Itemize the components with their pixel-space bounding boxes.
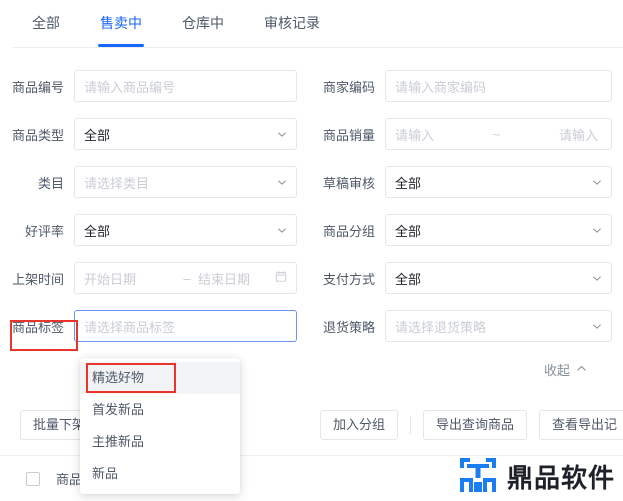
filter-product-sales: 商品销量 请输入 ~ 请输入	[311, 118, 622, 150]
dropdown-option-new-product[interactable]: 新品	[80, 458, 240, 490]
date-range-separator: –	[183, 270, 191, 286]
add-to-group-button[interactable]: 加入分组	[320, 410, 399, 440]
chevron-down-icon	[592, 321, 602, 331]
filter-product-tag-label: 商品标签	[11, 319, 64, 335]
filter-row-4: 好评率 全部 商品分组 全部	[0, 206, 623, 254]
watermark: 鼎品软件	[457, 456, 615, 497]
calendar-icon	[275, 271, 287, 286]
tab-audit-record[interactable]: 审核记录	[244, 0, 340, 47]
tab-on-sale[interactable]: 售卖中	[80, 0, 162, 47]
tab-on-sale-label: 售卖中	[100, 15, 142, 31]
return-policy-placeholder: 请选择退货策略	[395, 319, 487, 335]
collapse-filters-button[interactable]: 收起	[544, 360, 587, 379]
filter-merchant-code-label: 商家编码	[322, 79, 375, 95]
chevron-down-icon	[592, 177, 602, 187]
filter-listing-time: 上架时间 开始日期 – 结束日期	[0, 262, 311, 294]
payment-method-select[interactable]: 全部	[385, 262, 612, 294]
product-type-value: 全部	[84, 127, 111, 143]
product-group-value: 全部	[395, 223, 422, 239]
product-tag-select[interactable]: 请选择商品标签	[74, 310, 297, 342]
filter-good-rate: 好评率 全部	[0, 214, 311, 246]
product-sales-from-placeholder[interactable]: 请输入	[395, 125, 434, 144]
listing-time-start-placeholder[interactable]: 开始日期	[84, 269, 176, 288]
filter-product-type-label: 商品类型	[11, 127, 64, 143]
filter-row-3: 类目 请选择类目 草稿审核 全部	[0, 158, 623, 206]
select-all-checkbox[interactable]	[26, 471, 40, 486]
product-sales-range[interactable]: 请输入 ~ 请输入	[385, 118, 612, 150]
filter-row-2: 商品类型 全部 商品销量 请输入 ~ 请输入	[0, 110, 623, 158]
filter-product-tag: 商品标签 请选择商品标签	[0, 310, 311, 342]
good-rate-select[interactable]: 全部	[74, 214, 297, 246]
filter-product-type: 商品类型 全部	[0, 118, 311, 150]
filter-good-rate-label: 好评率	[24, 223, 64, 239]
chevron-down-icon	[277, 129, 287, 139]
tab-list: 全部 售卖中 仓库中 审核记录	[0, 0, 623, 47]
tab-all-label: 全部	[32, 15, 60, 31]
listing-time-daterange[interactable]: 开始日期 – 结束日期	[74, 262, 297, 294]
dingpin-logo-icon	[457, 456, 499, 497]
filter-payment-method-label: 支付方式	[322, 271, 375, 287]
chevron-down-icon	[277, 177, 287, 187]
product-code-input[interactable]: 请输入商品编号	[74, 70, 297, 102]
merchant-code-placeholder: 请输入商家编码	[395, 79, 487, 95]
filter-draft-audit: 草稿审核 全部	[311, 166, 622, 198]
product-type-select[interactable]: 全部	[74, 118, 297, 150]
filter-row-1: 商品编号 请输入商品编号 商家编码 请输入商家编码	[0, 62, 623, 110]
filter-payment-method: 支付方式 全部	[311, 262, 622, 294]
range-separator: ~	[492, 126, 501, 142]
product-code-placeholder: 请输入商品编号	[84, 79, 176, 95]
dropdown-option-main-push-new[interactable]: 主推新品	[80, 426, 240, 458]
draft-audit-select[interactable]: 全部	[385, 166, 612, 198]
right-action-group: 加入分组 导出查询商品 查看导出记	[320, 410, 623, 440]
filter-row-5: 上架时间 开始日期 – 结束日期 支付方式 全部	[0, 254, 623, 302]
filter-product-group: 商品分组 全部	[311, 214, 622, 246]
export-query-products-button[interactable]: 导出查询商品	[423, 410, 528, 440]
listing-time-end-placeholder[interactable]: 结束日期	[198, 269, 250, 288]
filter-draft-audit-label: 草稿审核	[322, 175, 375, 191]
product-tag-dropdown: 精选好物 首发新品 主推新品 新品	[80, 358, 240, 494]
dropdown-option-featured-goods[interactable]: 精选好物	[80, 362, 240, 394]
chevron-down-icon	[592, 225, 602, 235]
filter-product-code: 商品编号 请输入商品编号	[0, 70, 311, 102]
merchant-code-input[interactable]: 请输入商家编码	[385, 70, 612, 102]
watermark-text: 鼎品软件	[506, 464, 615, 494]
column-header-product: 商品	[56, 472, 83, 487]
good-rate-value: 全部	[84, 223, 111, 239]
payment-method-value: 全部	[395, 271, 422, 287]
product-tag-placeholder: 请选择商品标签	[84, 319, 176, 335]
draft-audit-value: 全部	[395, 175, 422, 191]
product-group-select[interactable]: 全部	[385, 214, 612, 246]
category-placeholder: 请选择类目	[84, 175, 150, 191]
filter-row-6: 商品标签 请选择商品标签 退货策略 请选择退货策略	[0, 302, 623, 350]
collapse-filters-label: 收起	[543, 363, 570, 378]
view-export-record-button[interactable]: 查看导出记	[539, 410, 623, 440]
filter-return-policy-label: 退货策略	[322, 319, 375, 335]
filter-product-group-label: 商品分组	[322, 223, 375, 239]
filter-return-policy: 退货策略 请选择退货策略	[311, 310, 622, 342]
chevron-up-icon	[576, 362, 587, 377]
category-select[interactable]: 请选择类目	[74, 166, 297, 198]
chevron-down-icon	[592, 273, 602, 283]
filter-merchant-code: 商家编码 请输入商家编码	[311, 70, 622, 102]
filter-category-label: 类目	[37, 175, 64, 191]
filter-listing-time-label: 上架时间	[11, 271, 64, 287]
filter-product-sales-label: 商品销量	[322, 127, 375, 143]
listing-time-range-inner: 开始日期 – 结束日期	[84, 269, 287, 288]
return-policy-select[interactable]: 请选择退货策略	[385, 310, 612, 342]
chevron-down-icon	[277, 225, 287, 235]
tab-in-warehouse-label: 仓库中	[182, 15, 224, 31]
search-filter-form: 商品编号 请输入商品编号 商家编码 请输入商家编码 商品类型 全部 商品销量 请…	[0, 48, 623, 350]
tab-all[interactable]: 全部	[12, 0, 80, 47]
dropdown-option-first-launch-new[interactable]: 首发新品	[80, 394, 240, 426]
product-sales-range-inner: 请输入 ~ 请输入	[395, 125, 602, 144]
filter-category: 类目 请选择类目	[0, 166, 311, 198]
tab-in-warehouse[interactable]: 仓库中	[162, 0, 244, 47]
action-divider	[410, 416, 412, 434]
tab-bar: 全部 售卖中 仓库中 审核记录	[0, 0, 623, 48]
tab-audit-record-label: 审核记录	[264, 15, 320, 31]
product-sales-to-placeholder[interactable]: 请输入	[559, 125, 598, 144]
filter-product-code-label: 商品编号	[11, 79, 64, 95]
